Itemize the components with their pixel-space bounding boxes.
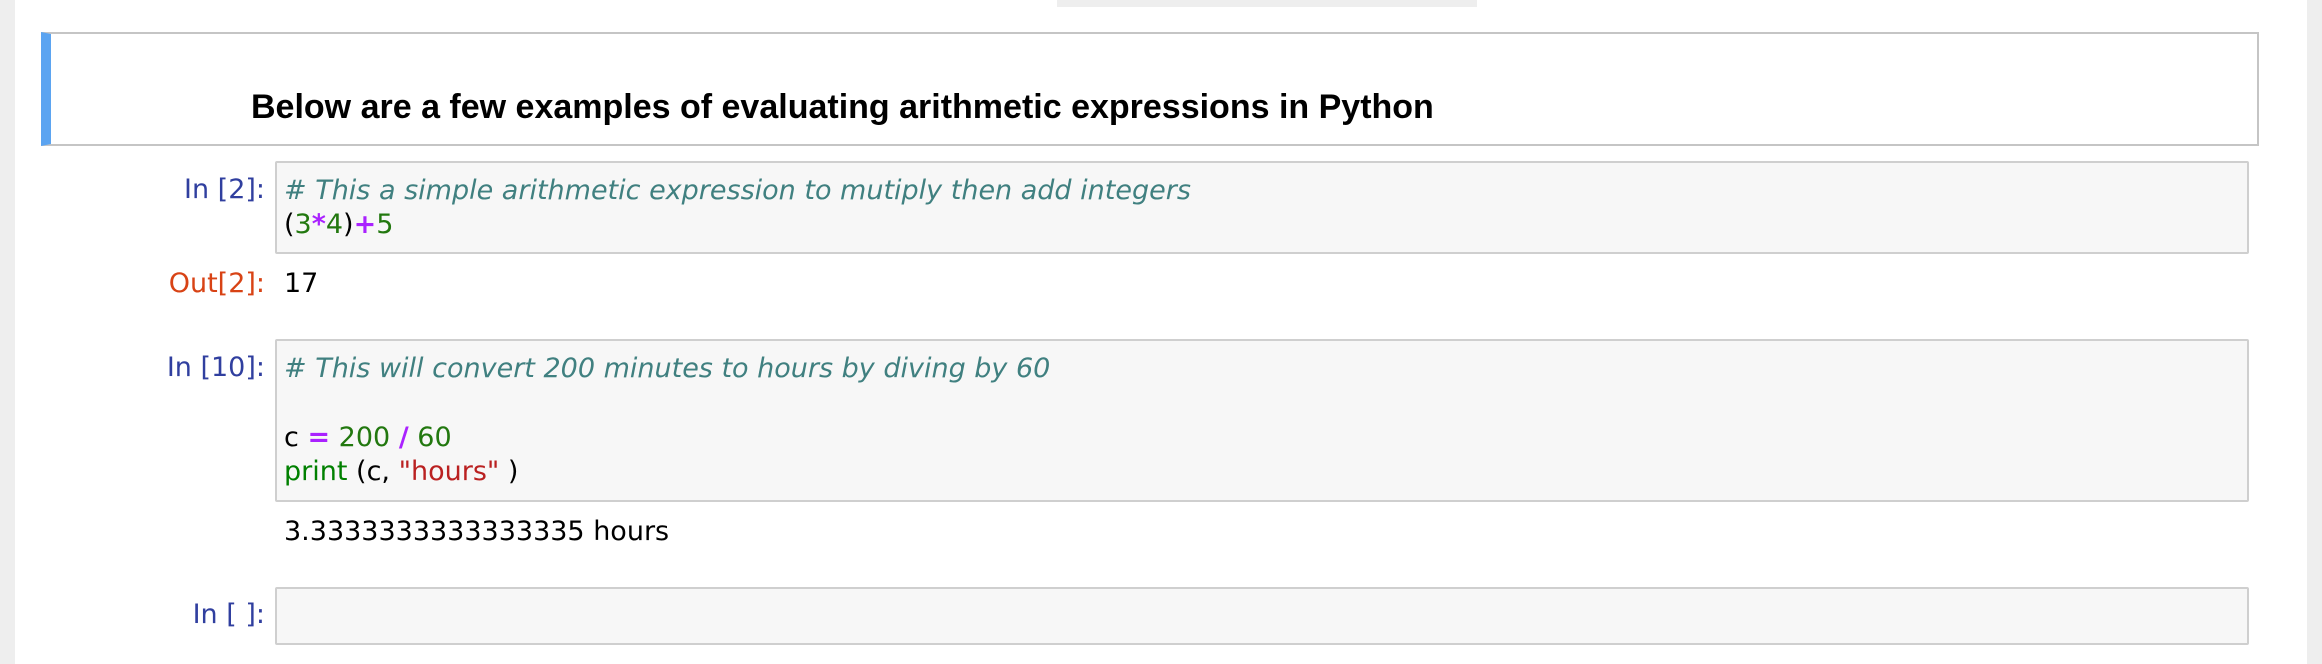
code-line-print: print (c, "hours" ) [284,455,518,489]
output-text-1: 17 [284,268,319,299]
code-number: 5 [376,209,394,240]
output-prompt-1: Out[2]: [168,268,265,299]
code-args-open: (c, [347,456,399,487]
code-variable: c [284,422,299,453]
code-input-3[interactable] [275,587,2249,645]
code-line-comment-2: # This will convert 200 minutes to hours… [284,352,1050,386]
input-prompt-2: In [10]: [166,352,265,383]
code-operator-multiply: * [311,209,326,240]
markdown-heading: Below are a few examples of evaluating a… [251,88,1434,126]
code-number: 4 [325,209,344,240]
code-number: 3 [294,209,312,240]
code-operator-add: + [353,209,377,240]
input-prompt-3: In [ ]: [192,599,265,630]
code-number: 200 [338,422,391,453]
code-paren-close: ) [343,209,354,240]
code-operator-assign: = [307,422,331,453]
code-comment: # This will convert 200 minutes to hours… [284,353,1051,384]
code-line-comment-1: # This a simple arithmetic expression to… [284,174,1191,208]
code-number: 60 [417,422,452,453]
code-string: "hours" [398,456,500,487]
notebook-container: Below are a few examples of evaluating a… [15,0,2307,664]
code-args-close: ) [499,456,519,487]
code-line-assignment: c = 200 / 60 [284,421,452,455]
code-builtin-print: print [284,456,348,487]
code-line-expression: (3*4)+5 [284,208,393,242]
code-paren-open: ( [284,209,295,240]
code-comment: # This a simple arithmetic expression to… [284,175,1191,206]
top-toolbar-edge [1057,0,1477,7]
input-prompt-1: In [2]: [184,174,265,205]
output-text-2: 3.3333333333333335 hours [284,516,670,547]
code-operator-divide: / [398,422,409,453]
